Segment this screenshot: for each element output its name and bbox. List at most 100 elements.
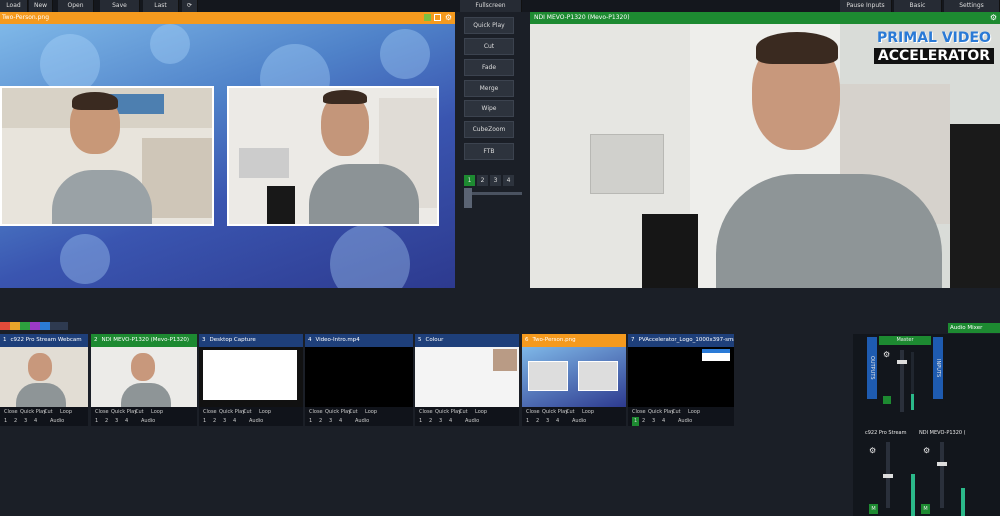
transition-2[interactable]: 2 [477,175,488,186]
input-1[interactable]: 1 c922 Pro Stream Webcam Close Quick Play Cu… [0,334,88,426]
input-overlay-4[interactable]: 4 [233,417,236,426]
blue-tab[interactable] [40,322,50,330]
transition-3[interactable]: 3 [490,175,501,186]
input-quick-play-button[interactable]: Quick Play [648,408,674,417]
grid-icon[interactable] [424,14,431,21]
all-tab[interactable] [50,322,68,330]
input-7[interactable]: 7 PVAccelerator_Logo_1000x397-small Close Q… [628,334,734,426]
wipe-button[interactable]: Wipe [464,100,514,117]
input-overlay-4[interactable]: 4 [339,417,342,426]
input-audio-button[interactable]: Audio [249,417,263,426]
input-loop-button[interactable]: Loop [582,408,594,417]
input-overlay-1[interactable]: 1 [419,417,422,426]
input-quick-play-button[interactable]: Quick Play [111,408,137,417]
input-overlay-1[interactable]: 1 [95,417,98,426]
gear-icon[interactable]: ⚙ [445,12,452,24]
input-audio-button[interactable]: Audio [678,417,692,426]
input-5[interactable]: 5 Colour Close Quick Play Cut Loop 1 2 3 4 Audio [415,334,519,426]
input-title[interactable]: 6 Two-Person.png [522,334,626,347]
ftb-button[interactable]: FTB [464,143,514,160]
quick-play-button[interactable]: Quick Play [464,17,514,34]
load-button[interactable]: Load [0,0,28,12]
input-thumbnail[interactable] [628,347,734,407]
input-audio-button[interactable]: Audio [50,417,64,426]
input-cut-button[interactable]: Cut [566,408,575,417]
input-6[interactable]: 6 Two-Person.png Close Quick Play Cut Loop 1 2 3… [522,334,626,426]
input-overlay-2[interactable]: 2 [14,417,17,426]
input-overlay-3[interactable]: 3 [115,417,118,426]
input-cut-button[interactable]: Cut [135,408,144,417]
input-overlay-1[interactable]: 1 [4,417,7,426]
audio-mixer-tab[interactable]: Audio Mixer [948,323,1000,333]
input-overlay-3[interactable]: 3 [546,417,549,426]
input-audio-button[interactable]: Audio [572,417,586,426]
input-quick-play-button[interactable]: Quick Play [435,408,461,417]
input-3[interactable]: 3 Desktop Capture Close Quick Play Cut Loop 1 2… [199,334,303,426]
input-cut-button[interactable]: Cut [44,408,53,417]
t-bar-handle[interactable] [464,188,472,208]
fullscreen-button[interactable]: Fullscreen [460,0,522,12]
input-overlay-4[interactable]: 4 [662,417,665,426]
input-close-button[interactable]: Close [4,408,18,417]
input-overlay-2[interactable]: 2 [319,417,322,426]
input-close-button[interactable]: Close [309,408,323,417]
input-cut-button[interactable]: Cut [349,408,358,417]
t-bar-slider[interactable] [464,192,522,195]
new-button[interactable]: New [29,0,53,12]
input-title[interactable]: 1 c922 Pro Stream Webcam [0,334,88,347]
window-icon[interactable] [434,14,441,21]
input-quick-play-button[interactable]: Quick Play [542,408,568,417]
gear-icon[interactable]: ⚙ [923,446,930,455]
input-audio-button[interactable]: Audio [355,417,369,426]
transition-1[interactable]: 1 [464,175,475,186]
input-thumbnail[interactable] [522,347,626,407]
cut-button[interactable]: Cut [464,38,514,55]
input-overlay-1[interactable]: 1 [309,417,312,426]
input-cut-button[interactable]: Cut [243,408,252,417]
refresh-icon[interactable]: ⟳ [182,0,198,12]
input-loop-button[interactable]: Loop [688,408,700,417]
save-button[interactable]: Save [100,0,140,12]
input-cut-button[interactable]: Cut [459,408,468,417]
basic-button[interactable]: Basic [894,0,942,12]
last-button[interactable]: Last [143,0,179,12]
input-thumbnail[interactable] [415,347,519,407]
input-overlay-3[interactable]: 3 [223,417,226,426]
input-overlay-2[interactable]: 2 [429,417,432,426]
input-close-button[interactable]: Close [419,408,433,417]
speaker-icon[interactable] [883,396,891,404]
input-close-button[interactable]: Close [95,408,109,417]
input-overlay-1[interactable]: 1 [526,417,529,426]
input-overlay-4[interactable]: 4 [556,417,559,426]
input-audio-button[interactable]: Audio [465,417,479,426]
gear-icon[interactable]: ⚙ [883,350,890,359]
input-loop-button[interactable]: Loop [365,408,377,417]
input-quick-play-button[interactable]: Quick Play [219,408,245,417]
input-overlay-4[interactable]: 4 [34,417,37,426]
red-tab[interactable] [0,322,10,330]
input-close-button[interactable]: Close [526,408,540,417]
input-title[interactable]: 2 NDI MEVO-P1320 (Mevo-P1320) [91,334,197,347]
input-loop-button[interactable]: Loop [151,408,163,417]
input-overlay-2[interactable]: 2 [105,417,108,426]
input-thumbnail[interactable] [305,347,413,407]
cubezoom-button[interactable]: CubeZoom [464,121,514,138]
input-loop-button[interactable]: Loop [60,408,72,417]
input-overlay-4[interactable]: 4 [449,417,452,426]
input-title[interactable]: 4 Video-Intro.mp4 [305,334,413,347]
input-close-button[interactable]: Close [632,408,646,417]
mute-button[interactable]: M [921,504,930,514]
input-4[interactable]: 4 Video-Intro.mp4 Close Quick Play Cut Loop 1 2… [305,334,413,426]
input-title[interactable]: 3 Desktop Capture [199,334,303,347]
input-overlay-3[interactable]: 3 [439,417,442,426]
input-thumbnail[interactable] [199,347,303,407]
orange-tab[interactable] [10,322,20,330]
input-title[interactable]: 5 Colour [415,334,519,347]
settings-button[interactable]: Settings [944,0,1000,12]
input-overlay-1[interactable]: 1 [203,417,206,426]
input-thumbnail[interactable] [0,347,88,407]
input-quick-play-button[interactable]: Quick Play [325,408,351,417]
input-audio-button[interactable]: Audio [141,417,155,426]
input-overlay-4[interactable]: 4 [125,417,128,426]
pause-inputs-button[interactable]: Pause Inputs [840,0,892,12]
